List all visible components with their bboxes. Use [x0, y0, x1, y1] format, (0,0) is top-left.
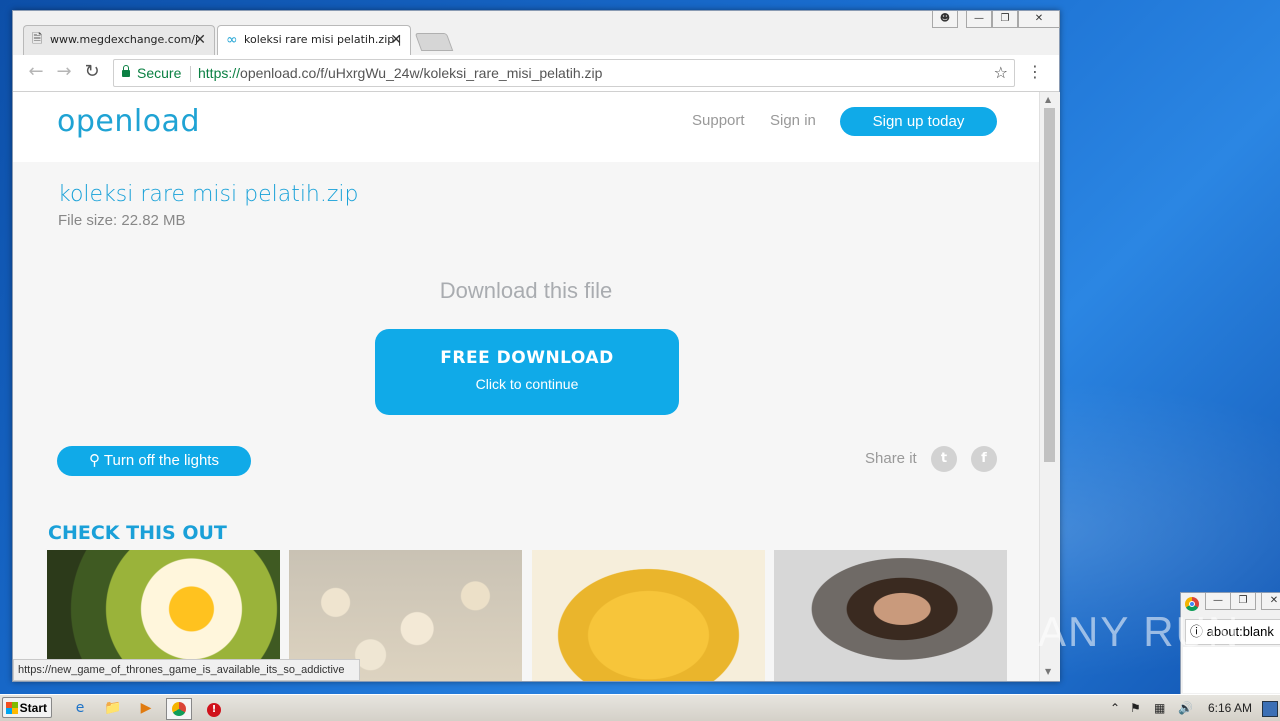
openload-favicon-icon: ∞ [226, 32, 238, 48]
sign-up-button[interactable]: Sign up today [840, 107, 997, 136]
action-center-flag-icon[interactable]: ⚑ [1130, 695, 1141, 721]
thumbnail-jon-snow[interactable] [774, 550, 1007, 681]
close-window-button[interactable]: ✕ [1018, 11, 1060, 28]
secure-label: Secure [137, 65, 182, 81]
close-icon[interactable]: ✕ [194, 26, 206, 54]
download-title: Download this file [439, 278, 613, 303]
close-icon[interactable]: ✕ [390, 26, 402, 54]
tab-title: www.megdexchange.com/j [50, 33, 199, 46]
show-desktop-button[interactable] [1262, 701, 1278, 717]
lock-icon [122, 65, 130, 77]
menu-kebab-icon[interactable]: ⋮ [1027, 61, 1043, 83]
scroll-down-icon[interactable]: ▼ [1045, 667, 1051, 676]
support-link[interactable]: Support [692, 112, 745, 129]
network-icon[interactable]: ▦ [1154, 695, 1165, 721]
restore-button[interactable]: ❐ [992, 11, 1018, 28]
download-button-label: FREE DOWNLOAD [440, 348, 614, 368]
start-button[interactable]: Start [2, 697, 52, 718]
forward-arrow-icon[interactable]: → [53, 61, 75, 83]
scroll-up-icon[interactable]: ▲ [1045, 95, 1051, 104]
tray-expand-icon[interactable]: ⌃ [1110, 695, 1120, 721]
vertical-scrollbar[interactable]: ▲ ▼ [1039, 92, 1060, 681]
share-label: Share it [865, 450, 917, 467]
reload-icon[interactable]: ↻ [81, 61, 103, 83]
browser-toolbar: ← → ↻ Secure https://openload.co/f/uHxrg… [13, 55, 1059, 92]
thumbnail-honey-jar[interactable] [532, 550, 765, 681]
free-download-button[interactable]: FREE DOWNLOAD Click to continue [375, 329, 679, 415]
download-button-sublabel: Click to continue [475, 376, 579, 392]
title-bar: 🗎 www.megdexchange.com/j ✕ ∞ koleksi rar… [13, 11, 1060, 55]
tab-megdexchange[interactable]: 🗎 www.megdexchange.com/j ✕ [23, 25, 215, 55]
status-bar-url: https://new_game_of_thrones_game_is_avai… [13, 659, 360, 681]
volume-icon[interactable]: 🔊 [1178, 695, 1193, 721]
check-this-out-heading: CHECK THIS OUT [48, 522, 227, 544]
browser-window: 🗎 www.megdexchange.com/j ✕ ∞ koleksi rar… [12, 10, 1060, 682]
media-player-icon[interactable]: ▶ [136, 698, 156, 718]
page-icon: 🗎 [32, 32, 43, 47]
file-name: koleksi rare misi pelatih.zip [58, 182, 359, 207]
turn-off-lights-button[interactable]: ⚲ Turn off the lights [57, 446, 251, 476]
file-explorer-icon[interactable]: 📁 [103, 698, 123, 718]
scrollbar-thumb[interactable] [1044, 108, 1055, 462]
back-arrow-icon[interactable]: ← [25, 61, 47, 83]
taskbar: Start e 📁 ▶ ! ⌃ ⚑ ▦ 🔊 6:16 AM [0, 694, 1280, 721]
tab-openload[interactable]: ∞ koleksi rare misi pelatih.zip | ✕ [217, 25, 411, 55]
file-size: File size: 22.82 MB [58, 212, 186, 229]
url-text[interactable]: https://openload.co/f/uHxrgWu_24w/koleks… [198, 60, 602, 86]
anyrun-watermark: ANY RUN [1038, 608, 1241, 655]
stop-icon[interactable]: ! [204, 698, 224, 718]
clock[interactable]: 6:16 AM [1208, 695, 1252, 721]
new-tab-button[interactable] [414, 33, 454, 51]
openload-logo[interactable]: openload [57, 104, 200, 139]
minimize-button[interactable]: — [966, 11, 992, 28]
site-header: openload Support Sign in Sign up today [13, 92, 1039, 162]
user-icon[interactable]: ☻ [932, 11, 958, 28]
windows-logo-icon [6, 702, 18, 714]
facebook-icon[interactable]: f [971, 446, 997, 472]
close-window-button[interactable]: ✕ [1261, 593, 1280, 610]
tab-title: koleksi rare misi pelatih.zip | [244, 33, 402, 46]
twitter-icon[interactable]: t [931, 446, 957, 472]
sign-in-link[interactable]: Sign in [770, 112, 816, 129]
address-bar[interactable]: Secure https://openload.co/f/uHxrgWu_24w… [113, 59, 1015, 87]
chrome-taskbar-icon[interactable] [166, 698, 192, 720]
bookmark-star-icon[interactable]: ☆ [994, 60, 1008, 86]
lightbulb-icon: ⚲ [89, 452, 100, 469]
internet-explorer-icon[interactable]: e [70, 698, 90, 718]
page-content: openload Support Sign in Sign up today k… [13, 92, 1039, 681]
